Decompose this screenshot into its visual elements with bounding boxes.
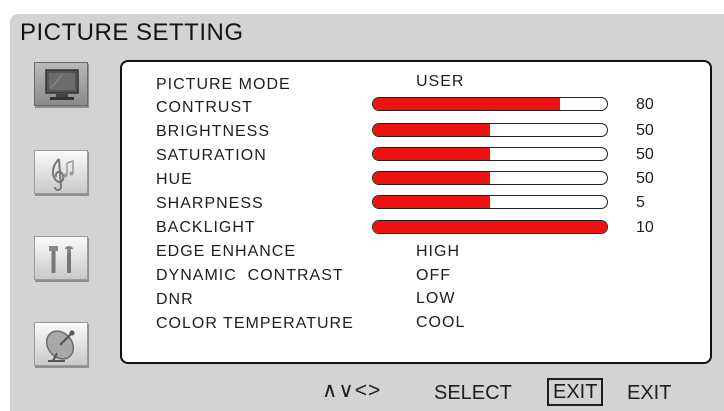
- select-hint-label: SELECT: [434, 382, 512, 404]
- exit-key-button[interactable]: EXIT: [547, 378, 604, 406]
- saturation-label: SATURATION: [156, 147, 267, 164]
- brightness-slider[interactable]: [372, 123, 608, 137]
- hue-value: 50: [636, 170, 654, 187]
- hue-slider-fill: [373, 172, 490, 184]
- edge-enhance-value[interactable]: HIGH: [416, 242, 460, 262]
- saturation-slider[interactable]: [372, 147, 608, 161]
- sharpness-label: SHARPNESS: [156, 195, 264, 212]
- satellite-dish-icon: [45, 330, 75, 362]
- dnr-label: DNR: [156, 291, 194, 308]
- hue-slider[interactable]: [372, 171, 608, 185]
- picture-menu-icon[interactable]: [34, 62, 88, 106]
- picture-mode-value[interactable]: USER: [416, 72, 464, 92]
- contrast-label: CONTRUST: [156, 99, 253, 116]
- navigation-arrows-hint: ∧∨<>: [322, 379, 382, 402]
- edge-enhance-label: EDGE ENHANCE: [156, 243, 297, 260]
- brightness-value: 50: [636, 122, 654, 139]
- backlight-value: 10: [636, 219, 654, 236]
- sharpness-value: 5: [636, 194, 645, 211]
- dnr-value[interactable]: LOW: [416, 289, 455, 309]
- contrast-slider[interactable]: [372, 97, 608, 111]
- picture-mode-label: PICTURE MODE: [156, 76, 291, 93]
- sound-menu-icon[interactable]: [34, 150, 88, 194]
- color-temperature-label: COLOR TEMPERATURE: [156, 315, 354, 332]
- saturation-value: 50: [636, 146, 654, 163]
- exit-hint-label: EXIT: [627, 382, 672, 404]
- dynamic-contrast-label: DYNAMIC CONTRAST: [156, 267, 344, 284]
- sharpness-slider[interactable]: [372, 195, 608, 209]
- setup-menu-icon[interactable]: [34, 236, 88, 280]
- osd-title: PICTURE SETTING: [20, 19, 244, 46]
- channel-menu-icon[interactable]: [34, 322, 88, 366]
- color-temperature-value[interactable]: COOL: [416, 313, 465, 333]
- brightness-slider-fill: [373, 124, 490, 136]
- dynamic-contrast-value[interactable]: OFF: [416, 266, 451, 286]
- backlight-label: BACKLIGHT: [156, 219, 256, 236]
- sharpness-slider-fill: [373, 196, 490, 208]
- brightness-label: BRIGHTNESS: [156, 123, 271, 140]
- contrast-slider-fill: [373, 98, 561, 110]
- hue-label: HUE: [156, 171, 193, 188]
- contrast-value: 80: [636, 96, 654, 113]
- backlight-slider-fill: [373, 221, 607, 233]
- tools-icon: [49, 246, 73, 273]
- monitor-icon: [45, 69, 79, 100]
- backlight-slider[interactable]: [372, 220, 608, 234]
- music-note-icon: [51, 158, 74, 191]
- saturation-slider-fill: [373, 148, 490, 160]
